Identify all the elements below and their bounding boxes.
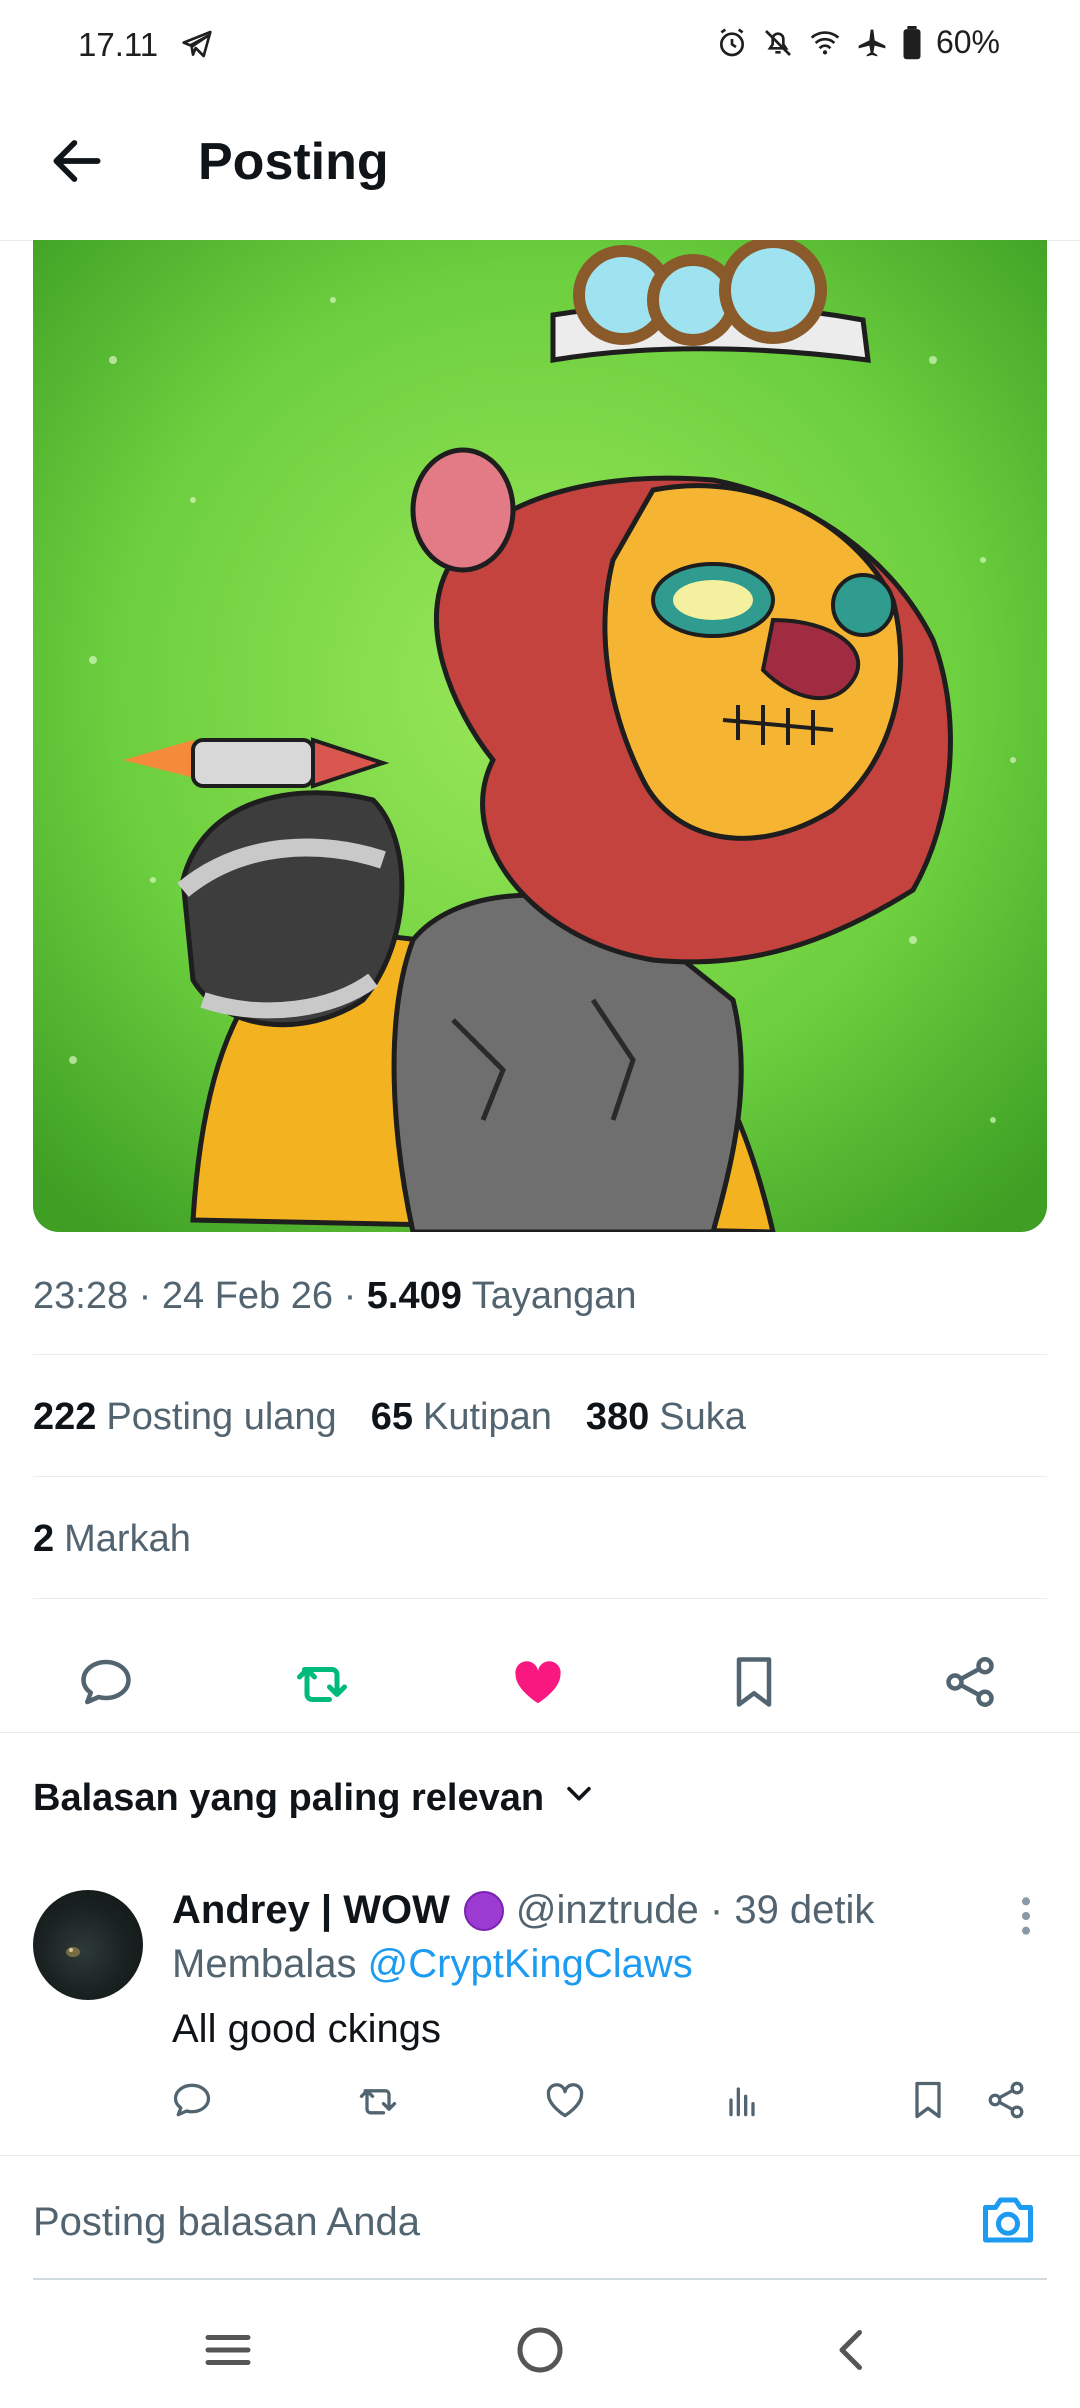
reply-input[interactable]: Posting balasan Anda [33, 2200, 420, 2245]
quotes-stat[interactable]: 65 Kutipan [371, 1396, 552, 1439]
input-underline [33, 2278, 1047, 2280]
system-nav-bar [0, 2290, 1080, 2408]
reply-author-handle[interactable]: @inztrude [516, 1888, 699, 1933]
replies-sort-dropdown[interactable]: Balasan yang paling relevan [33, 1776, 596, 1820]
page-title: Posting [198, 133, 389, 191]
reply-header: Andrey | WOW @inztrude · 39 detik [172, 1888, 875, 1933]
reply-icon[interactable] [76, 1652, 136, 1712]
home-icon[interactable] [510, 2320, 570, 2380]
reply-time: 39 detik [734, 1888, 875, 1932]
chevron-down-icon [562, 1776, 596, 1820]
status-time: 17.11 [78, 26, 159, 63]
views-label: Tayangan [471, 1275, 637, 1317]
back-icon[interactable] [822, 2320, 882, 2380]
reply-composer: Posting balasan Anda [0, 2155, 1080, 2281]
reposts-stat[interactable]: 222 Posting ulang [33, 1396, 337, 1439]
mute-icon [762, 27, 794, 59]
divider [33, 1598, 1047, 1599]
back-arrow-icon[interactable] [46, 130, 108, 192]
status-icons: 60% [716, 24, 1000, 61]
sort-label: Balasan yang paling relevan [33, 1776, 545, 1819]
reply-item[interactable]: Andrey | WOW @inztrude · 39 detik Membal… [0, 1880, 1080, 2150]
share-icon[interactable] [984, 2078, 1028, 2122]
battery-percent: 60% [935, 24, 1000, 60]
reply-action-bar [0, 2078, 1080, 2138]
avatar[interactable] [33, 1890, 143, 2000]
bookmark-icon[interactable] [724, 1652, 784, 1712]
purple-circle-icon [463, 1890, 504, 1931]
views-count: 5.409 [366, 1275, 462, 1317]
post-date: 24 Feb 26 [161, 1275, 334, 1317]
replying-prefix: Membalas [172, 1942, 357, 1986]
battery-icon [902, 25, 922, 60]
bookmark-icon[interactable] [906, 2078, 950, 2122]
divider [0, 1732, 1080, 1733]
post-image[interactable] [33, 240, 1047, 1232]
reply-icon[interactable] [170, 2078, 214, 2122]
like-icon[interactable] [543, 2078, 587, 2122]
divider [33, 1354, 1047, 1355]
reply-author-name[interactable]: Andrey | WOW [172, 1888, 450, 1933]
repost-icon[interactable] [356, 2078, 400, 2122]
telegram-icon [180, 28, 214, 65]
camera-icon[interactable] [978, 2192, 1038, 2248]
wifi-icon [808, 27, 842, 59]
like-icon[interactable] [508, 1652, 568, 1712]
post-action-bar [0, 1630, 1080, 1730]
likes-stat[interactable]: 380 Suka [586, 1396, 746, 1439]
header: Posting [0, 90, 1080, 241]
status-bar: 17.11 60% [0, 0, 1080, 90]
airplane-icon [856, 27, 888, 59]
recent-apps-icon[interactable] [198, 2320, 258, 2380]
engagement-stats: 222 Posting ulang 65 Kutipan 380 Suka [33, 1396, 746, 1439]
reply-text: All good ckings [172, 2007, 442, 2051]
divider [33, 1476, 1047, 1477]
post-time: 23:28 [33, 1275, 129, 1317]
repost-icon[interactable] [292, 1652, 352, 1712]
share-icon[interactable] [940, 1652, 1000, 1712]
replying-to-line: Membalas @CryptKingClaws [172, 1942, 693, 1987]
replying-to-mention[interactable]: @CryptKingClaws [368, 1942, 693, 1986]
analytics-icon[interactable] [720, 2078, 764, 2122]
post-meta: 23:28 · 24 Feb 26 · 5.409 Tayangan [33, 1275, 637, 1317]
more-options-icon[interactable] [1016, 1894, 1036, 1938]
alarm-icon [716, 27, 748, 59]
bookmarks-stat: 2 Markah [33, 1518, 191, 1560]
